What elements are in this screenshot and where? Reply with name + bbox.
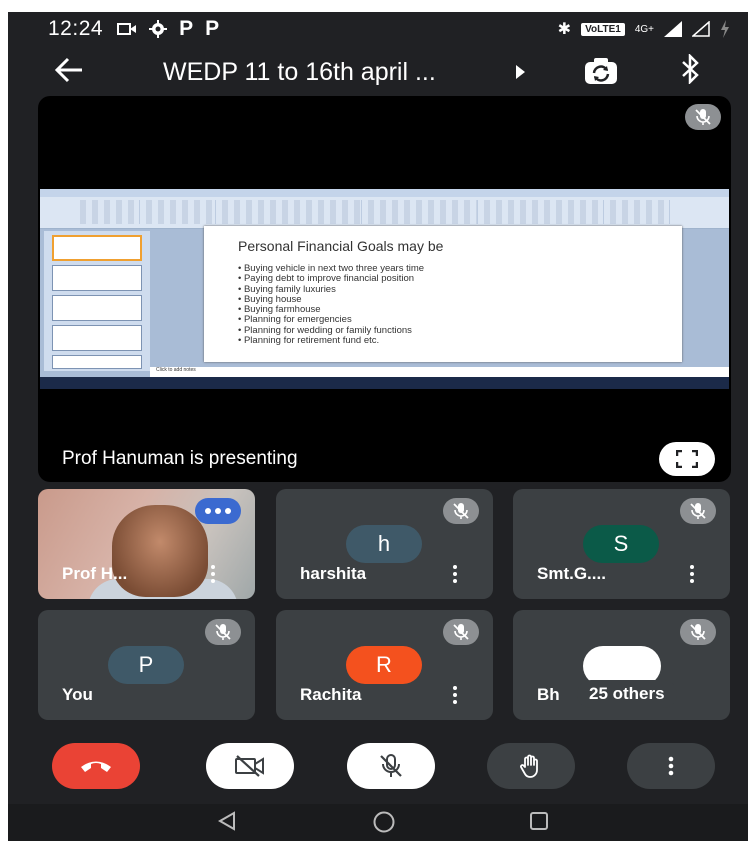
- mic-off-icon: [215, 624, 231, 640]
- slide-bullet: • Planning for retirement fund etc.: [238, 335, 380, 347]
- mic-off-badge: [443, 498, 479, 524]
- mic-off-icon: [453, 624, 469, 640]
- more-vert-icon[interactable]: [211, 565, 215, 583]
- mic-off-badge: [205, 619, 241, 645]
- video-call-icon: [117, 23, 137, 35]
- current-slide: Personal Financial Goals may be • Buying…: [204, 226, 682, 362]
- mic-off-badge: [680, 498, 716, 524]
- fullscreen-icon: [676, 450, 698, 468]
- slide-bullet: • Buying family luxuries: [238, 283, 336, 295]
- avatar: S: [583, 525, 659, 563]
- slide-title: Personal Financial Goals may be: [238, 238, 444, 254]
- windows-taskbar: [40, 377, 729, 389]
- end-call-icon: [81, 761, 111, 772]
- back-arrow-icon[interactable]: [54, 56, 84, 84]
- presentation-area[interactable]: Personal Financial Goals may be • Buying…: [38, 96, 731, 482]
- avatar: R: [346, 646, 422, 684]
- participant-name: Smt.G....: [537, 564, 606, 583]
- mic-off-icon: [453, 503, 469, 519]
- slide-thumbnail: [52, 295, 142, 321]
- settings-gear-icon: [149, 20, 168, 38]
- slide-thumbnails: [44, 231, 150, 371]
- status-time: 12:24: [48, 17, 104, 40]
- others-count-badge[interactable]: 25 others: [577, 680, 677, 708]
- participant-name: harshita: [300, 564, 367, 583]
- more-options-button[interactable]: [627, 743, 715, 789]
- active-speaker-indicator: [195, 498, 241, 524]
- avatar: P: [108, 646, 184, 684]
- status-right-icons: ✱ VoLTE1 4G+: [558, 19, 730, 39]
- caret-right-icon[interactable]: [516, 65, 525, 79]
- android-nav-bar: [8, 804, 748, 841]
- powerpoint-ribbon: [40, 189, 729, 229]
- shared-screen: Personal Financial Goals may be • Buying…: [40, 189, 729, 389]
- network-type: 4G+: [634, 23, 654, 35]
- participant-tile-you[interactable]: P You: [38, 610, 255, 720]
- bluetooth-status-icon: ✱: [557, 21, 572, 38]
- ribbon-group: [484, 200, 604, 224]
- more-vert-icon[interactable]: [453, 565, 457, 583]
- slide-thumbnail: [52, 235, 142, 261]
- fullscreen-button[interactable]: [659, 442, 715, 476]
- more-vert-icon[interactable]: [690, 565, 694, 583]
- nav-recents-icon[interactable]: [528, 810, 550, 832]
- ribbon-group: [80, 200, 140, 224]
- participant-tile-others[interactable]: Bh 25 others: [513, 610, 730, 720]
- end-call-button[interactable]: [52, 743, 140, 789]
- participant-name: Prof H...: [62, 564, 128, 583]
- camera-off-icon: [235, 755, 264, 777]
- ribbon-group: [610, 200, 670, 224]
- slide-thumbnail: [52, 355, 142, 369]
- nav-home-icon[interactable]: [372, 810, 396, 834]
- meeting-screen: 12:24 P P ✱ VoLTE1 4G+ WEDP 11 to 16th a…: [8, 12, 748, 841]
- more-vert-icon[interactable]: [453, 686, 457, 704]
- slide-thumbnail: [52, 265, 142, 291]
- more-vert-icon: [668, 756, 674, 776]
- participant-name: Bh: [537, 685, 560, 704]
- status-left-icons: P P: [117, 17, 219, 41]
- raise-hand-icon: [520, 754, 538, 778]
- mic-off-icon: [695, 109, 711, 125]
- raise-hand-button[interactable]: [487, 743, 575, 789]
- mic-off-icon: [690, 503, 706, 519]
- status-bar: 12:24 P P ✱ VoLTE1 4G+: [8, 12, 748, 46]
- participant-tile-rachita[interactable]: R Rachita: [276, 610, 493, 720]
- participant-name: You: [62, 685, 93, 704]
- nav-back-icon[interactable]: [216, 810, 238, 832]
- avatar: h: [346, 525, 422, 563]
- title-bar: WEDP 11 to 16th april ...: [8, 48, 748, 96]
- signal-2-icon: [692, 21, 710, 37]
- bluetooth-icon[interactable]: [680, 54, 700, 84]
- mic-toggle-button[interactable]: [347, 743, 435, 789]
- slide-notes: Click to add notes: [150, 367, 729, 377]
- mic-off-badge: [443, 619, 479, 645]
- slide-thumbnail: [52, 325, 142, 351]
- notification-p-icon: P: [179, 17, 194, 40]
- ribbon-group: [222, 200, 362, 224]
- presenter-mic-off-badge: [685, 104, 721, 130]
- mic-off-badge: [680, 619, 716, 645]
- participant-tile-harshita[interactable]: h harshita: [276, 489, 493, 599]
- mic-off-icon: [380, 754, 402, 777]
- ribbon-group: [146, 200, 216, 224]
- camera-toggle-button[interactable]: [206, 743, 294, 789]
- battery-charging-icon: [721, 20, 729, 38]
- participant-tile-prof[interactable]: Prof H...: [38, 489, 255, 599]
- mic-off-icon: [690, 624, 706, 640]
- meeting-title[interactable]: WEDP 11 to 16th april ...: [163, 58, 436, 87]
- notification-p-icon: P: [205, 17, 220, 40]
- window-title-bar: [40, 189, 729, 197]
- signal-icon: [664, 21, 682, 37]
- switch-camera-icon[interactable]: [582, 56, 620, 86]
- ribbon-group: [368, 200, 478, 224]
- presenting-label: Prof Hanuman is presenting: [62, 448, 298, 469]
- participant-tile-smt[interactable]: S Smt.G....: [513, 489, 730, 599]
- participant-name: Rachita: [300, 685, 362, 704]
- volte-badge: VoLTE1: [581, 22, 625, 36]
